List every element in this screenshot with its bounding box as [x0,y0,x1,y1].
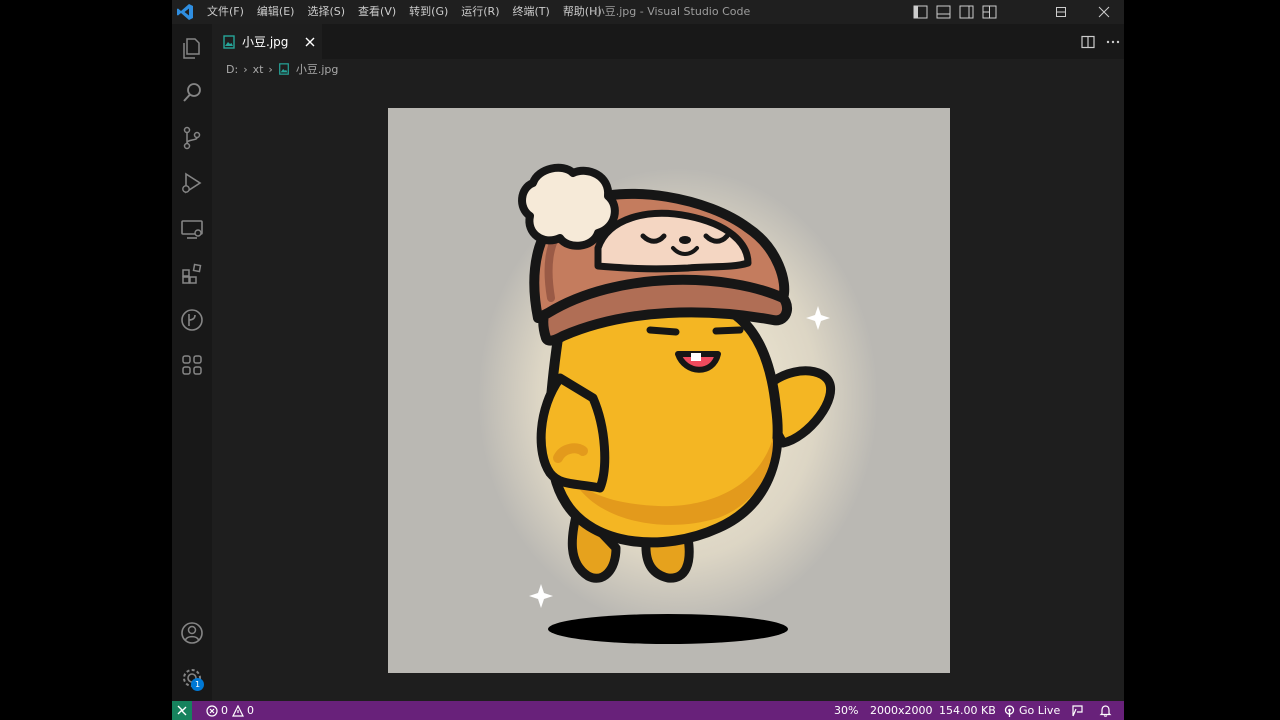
split-editor-icon[interactable] [1080,34,1096,50]
title-bar: 文件(F) 编辑(E) 选择(S) 查看(V) 转到(G) 运行(R) 终端(T… [172,0,1124,24]
image-filesize: 154.00 KB [939,704,996,717]
chevron-right-icon: › [243,62,248,76]
menu-view[interactable]: 查看(V) [358,0,396,24]
feedback-icon[interactable] [1071,704,1084,717]
settings-update-badge: 1 [191,678,204,691]
menu-edit[interactable]: 编辑(E) [257,0,295,24]
warning-icon [232,705,244,717]
remote-indicator[interactable] [172,701,192,720]
close-window-icon [1098,6,1110,18]
image-preview[interactable] [388,108,950,673]
timeline-icon[interactable] [178,306,206,334]
more-actions-icon[interactable] [1105,34,1121,50]
character-illustration [478,163,878,644]
window-title: 小豆.jpg - Visual Studio Code [593,5,751,18]
project-manager-icon[interactable] [178,351,206,379]
breadcrumb-folder[interactable]: xt [253,63,264,76]
breadcrumb: D: › xt › 小豆.jpg [226,59,338,79]
menu-selection[interactable]: 选择(S) [307,0,345,24]
close-icon[interactable] [304,36,316,48]
editor-actions [1080,34,1124,50]
image-dimensions: 2000x2000 [870,704,933,717]
vscode-logo-icon [177,4,193,20]
maximize-button[interactable] [1038,0,1084,24]
menu-run[interactable]: 运行(R) [461,0,499,24]
warning-count: 0 [247,704,254,717]
error-icon [206,705,218,717]
broadcast-icon [1004,705,1015,717]
close-window-button[interactable] [1084,0,1124,24]
go-live-label: Go Live [1019,704,1061,717]
chevron-right-icon: › [268,62,273,76]
breadcrumb-file[interactable]: 小豆.jpg [296,61,339,77]
accounts-icon[interactable] [178,619,206,647]
vscode-window: 文件(F) 编辑(E) 选择(S) 查看(V) 转到(G) 运行(R) 终端(T… [172,0,1124,720]
menu-file[interactable]: 文件(F) [207,0,244,24]
tab-label: 小豆.jpg [242,35,289,49]
run-debug-icon[interactable] [178,169,206,197]
toggle-secondary-sidebar-icon[interactable] [958,4,975,20]
problems-indicator[interactable]: 0 0 [206,701,254,720]
maximize-icon [1056,7,1066,17]
editor-tab[interactable]: 小豆.jpg [212,24,322,59]
image-file-icon [223,35,235,49]
menu-go[interactable]: 转到(G) [409,0,448,24]
layout-controls [912,4,1004,20]
extensions-icon[interactable] [178,260,206,288]
activity-bar [172,24,212,701]
status-bar: 0 0 30% 2000x2000 154.00 KB Go Live [172,701,1124,720]
source-control-icon[interactable] [178,124,206,152]
go-live-button[interactable]: Go Live [1004,701,1060,720]
zoom-level[interactable]: 30% [834,701,858,720]
explorer-icon[interactable] [178,34,206,62]
customize-layout-icon[interactable] [981,4,998,20]
search-icon[interactable] [178,79,206,107]
remote-icon [177,705,187,716]
image-file-icon [278,63,289,75]
toggle-panel-icon[interactable] [935,4,952,20]
remote-explorer-icon[interactable] [178,215,206,243]
error-count: 0 [221,704,228,717]
toggle-sidebar-icon[interactable] [912,4,929,20]
editor-tab-bar: 小豆.jpg [212,24,1124,59]
breadcrumb-drive[interactable]: D: [226,63,238,76]
notifications-bell-icon[interactable] [1099,704,1112,717]
